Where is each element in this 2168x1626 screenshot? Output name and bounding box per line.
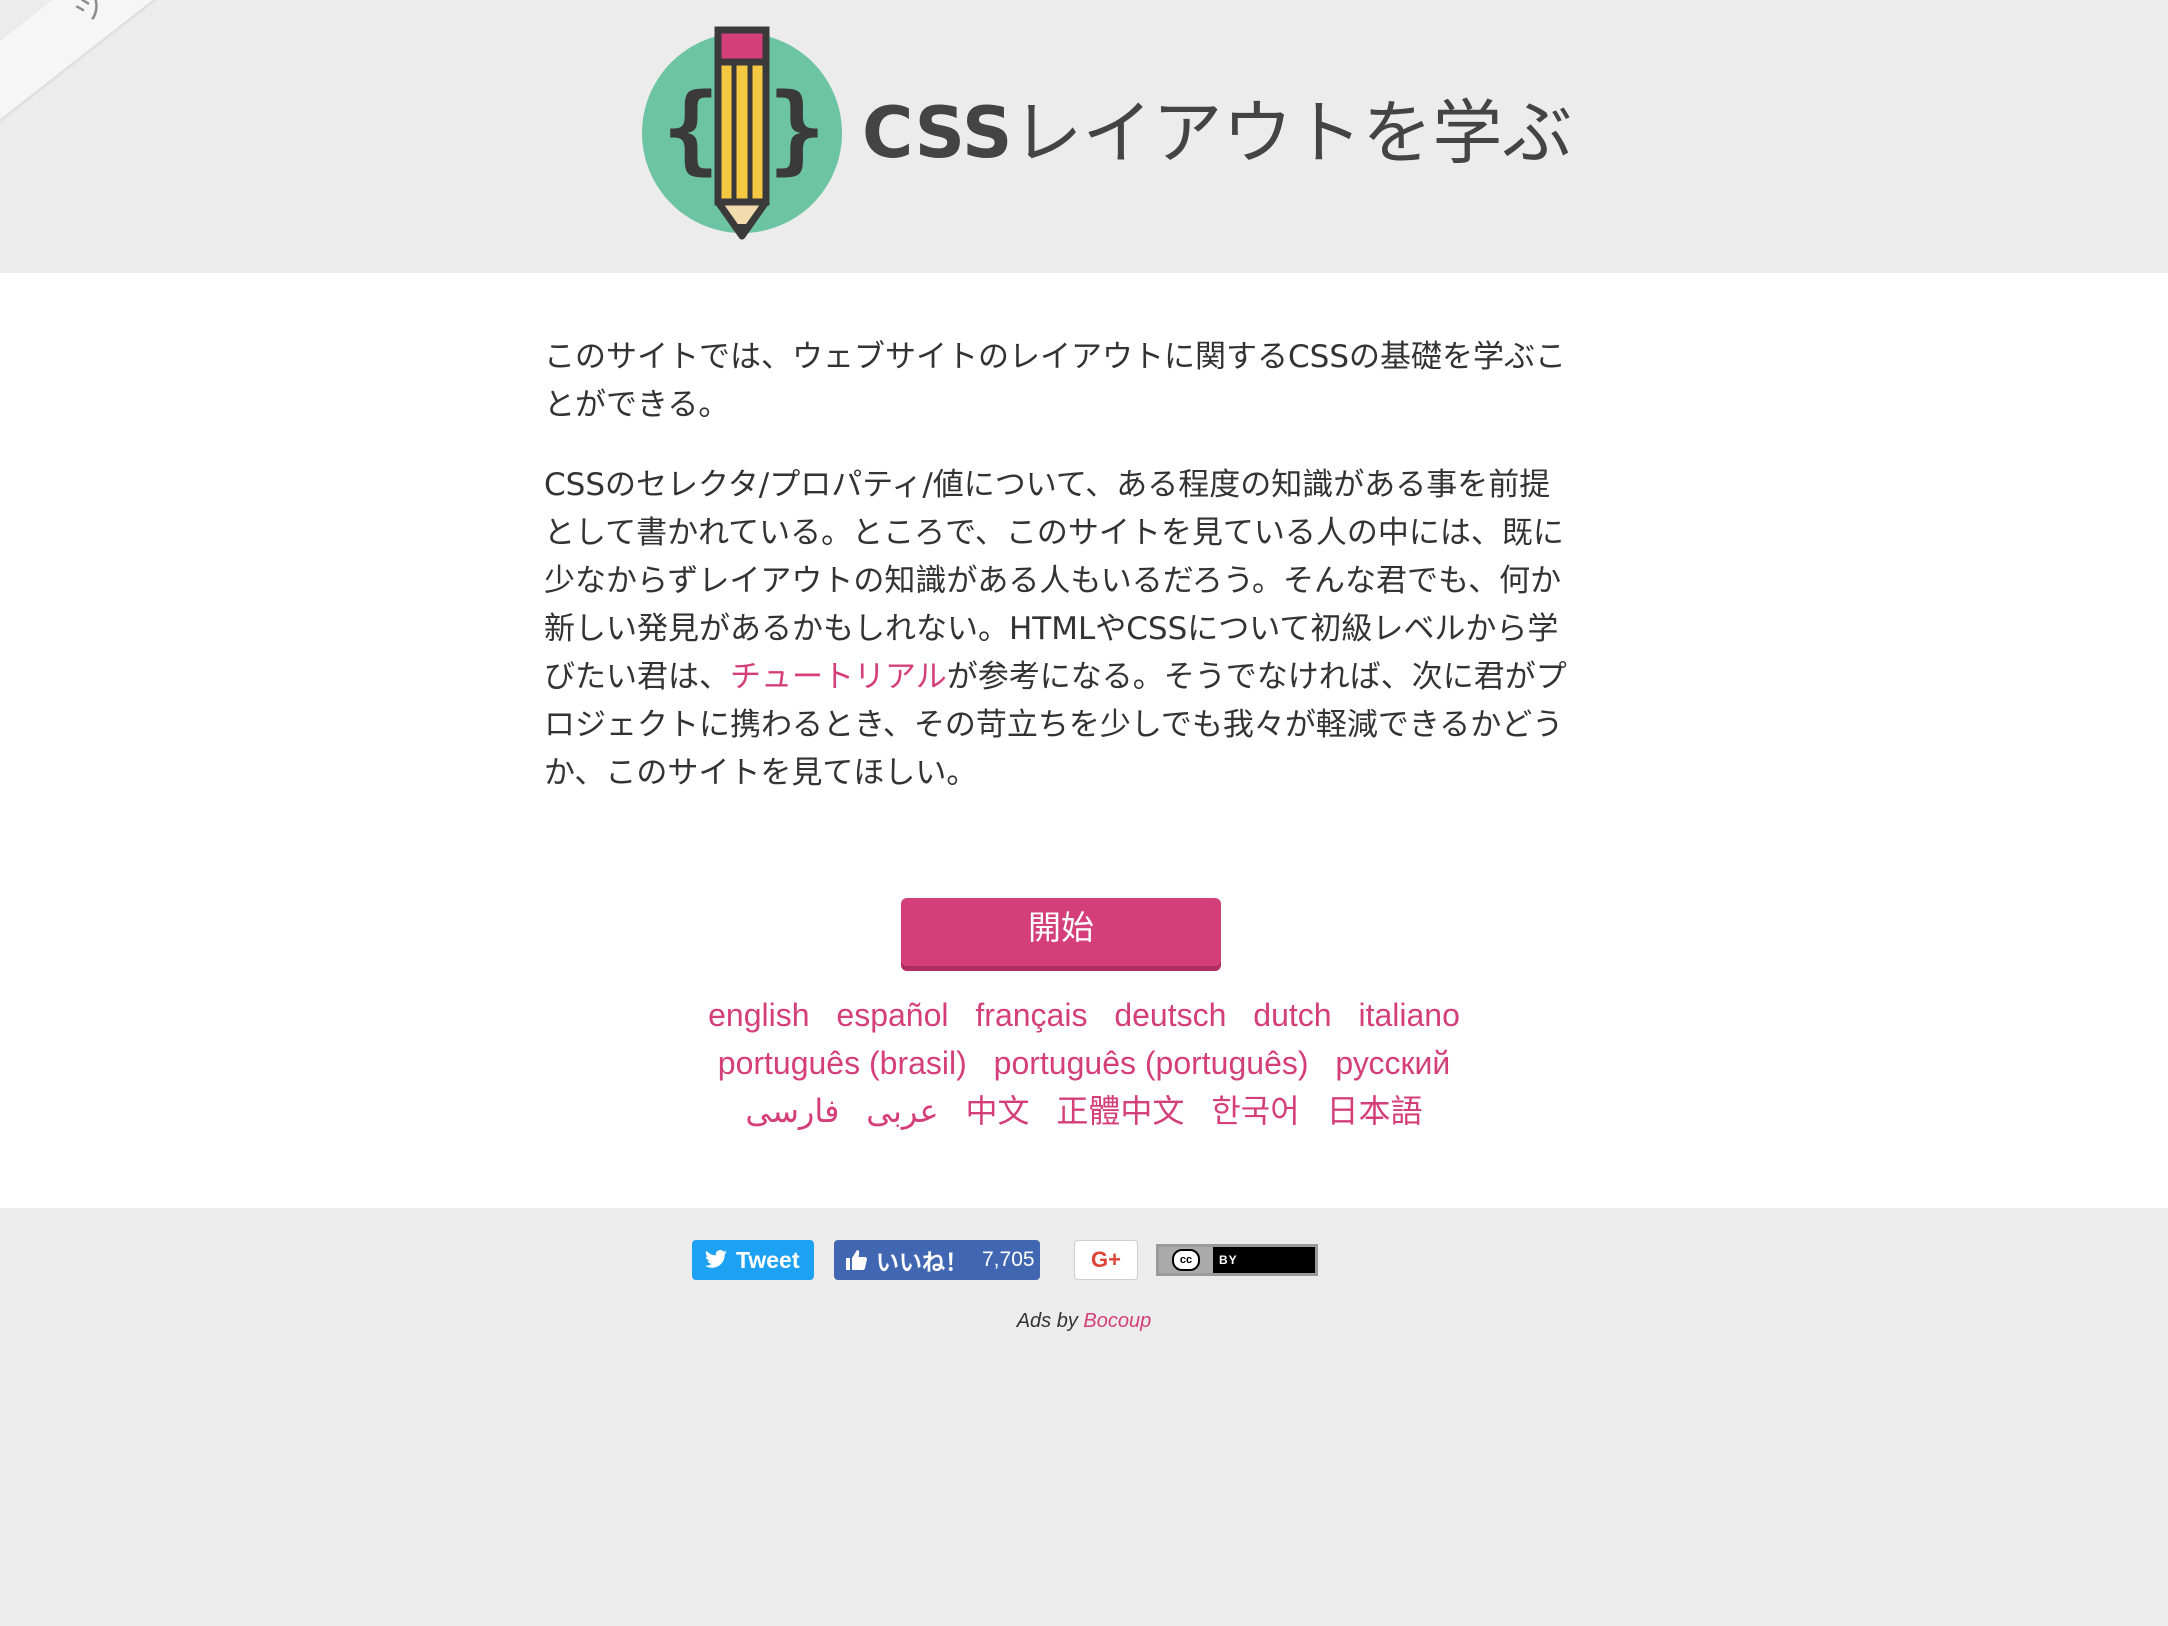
footer: Tweet いいね！ 7,705 G+ cc BY Ads by Bocoup — [0, 1208, 2168, 1626]
intro-text: このサイトでは、ウェブサイトのレイアウトに関するCSSの基礎を学ぶことができる。… — [544, 333, 1574, 829]
site-title: CSSレイアウトを学ぶ — [862, 88, 1572, 178]
language-row-3: عربى فارسی 中文 正體中文 한국어 日本語 — [0, 1087, 2168, 1135]
facebook-like-button[interactable]: いいね！ 7,705 — [834, 1240, 1040, 1280]
lang-persian-link[interactable]: فارسی — [745, 1092, 839, 1130]
cc-by-label: BY — [1219, 1253, 1238, 1267]
lang-portuguese-portugal-link[interactable]: português (português) — [994, 1045, 1309, 1081]
svg-text:{: { — [662, 73, 720, 185]
site-title-css: CSS — [862, 92, 1013, 174]
tutorial-link[interactable]: チュートリアル — [730, 659, 947, 695]
tweet-label: Tweet — [736, 1246, 800, 1273]
site-title-rest: レイアウトを学ぶ — [1012, 92, 1573, 174]
main-content: このサイトでは、ウェブサイトのレイアウトに関するCSSの基礎を学ぶことができる。… — [0, 273, 2168, 1208]
logo-pencil-icon: { } — [642, 26, 842, 240]
language-row-1: english español français deutsch dutch i… — [0, 991, 2168, 1039]
lang-russian-link[interactable]: русский — [1335, 1045, 1450, 1081]
lang-chinese-simplified-link[interactable]: 中文 — [966, 1092, 1030, 1130]
language-row-2: português (brasil) português (português)… — [0, 1039, 2168, 1087]
intro-paragraph-1: このサイトでは、ウェブサイトのレイアウトに関するCSSの基礎を学ぶことができる。 — [544, 339, 1566, 423]
start-button[interactable]: 開始 — [901, 898, 1221, 966]
lang-japanese-link[interactable]: 日本語 — [1327, 1092, 1423, 1130]
bocoup-link[interactable]: Bocoup — [1083, 1310, 1151, 1332]
tweet-button[interactable]: Tweet — [692, 1240, 814, 1280]
lang-arabic-link[interactable]: عربى — [866, 1092, 938, 1130]
lang-french-link[interactable]: français — [975, 997, 1087, 1033]
lang-spanish-link[interactable]: español — [836, 997, 948, 1033]
ads-credit: Ads by Bocoup — [0, 1310, 2168, 1333]
lang-italian-link[interactable]: italiano — [1358, 997, 1459, 1033]
svg-text:}: } — [768, 73, 826, 185]
lang-english-link[interactable]: english — [708, 997, 809, 1033]
lang-dutch-link[interactable]: dutch — [1253, 997, 1331, 1033]
lang-korean-link[interactable]: 한국어 — [1211, 1092, 1299, 1130]
corner-ribbon-link[interactable]: ツ一覧 — [0, 0, 204, 171]
cc-icon-area: cc — [1159, 1247, 1213, 1273]
creative-commons-badge[interactable]: cc BY — [1156, 1244, 1318, 1276]
lang-chinese-traditional-link[interactable]: 正體中文 — [1056, 1092, 1184, 1130]
google-plus-icon: G+ — [1091, 1247, 1121, 1272]
corner-ribbon-label: ツ一覧 — [69, 0, 166, 31]
lang-portuguese-brasil-link[interactable]: português (brasil) — [718, 1045, 967, 1081]
ads-prefix: Ads by — [1016, 1310, 1084, 1332]
like-label: いいね！ — [876, 1250, 968, 1276]
language-links: english español français deutsch dutch i… — [0, 991, 2168, 1135]
like-count: 7,705 — [982, 1248, 1035, 1271]
intro-paragraph-2: CSSのセレクタ/プロパティ/値について、ある程度の知識がある事を前提として書か… — [544, 461, 1574, 797]
twitter-bird-icon — [705, 1250, 727, 1268]
google-plus-button[interactable]: G+ — [1074, 1240, 1138, 1280]
cc-icon: cc — [1172, 1249, 1200, 1271]
lang-german-link[interactable]: deutsch — [1114, 997, 1226, 1033]
header: ツ一覧 { } CSSレイアウトを学ぶ — [0, 0, 2168, 273]
thumbs-up-icon — [846, 1250, 867, 1270]
